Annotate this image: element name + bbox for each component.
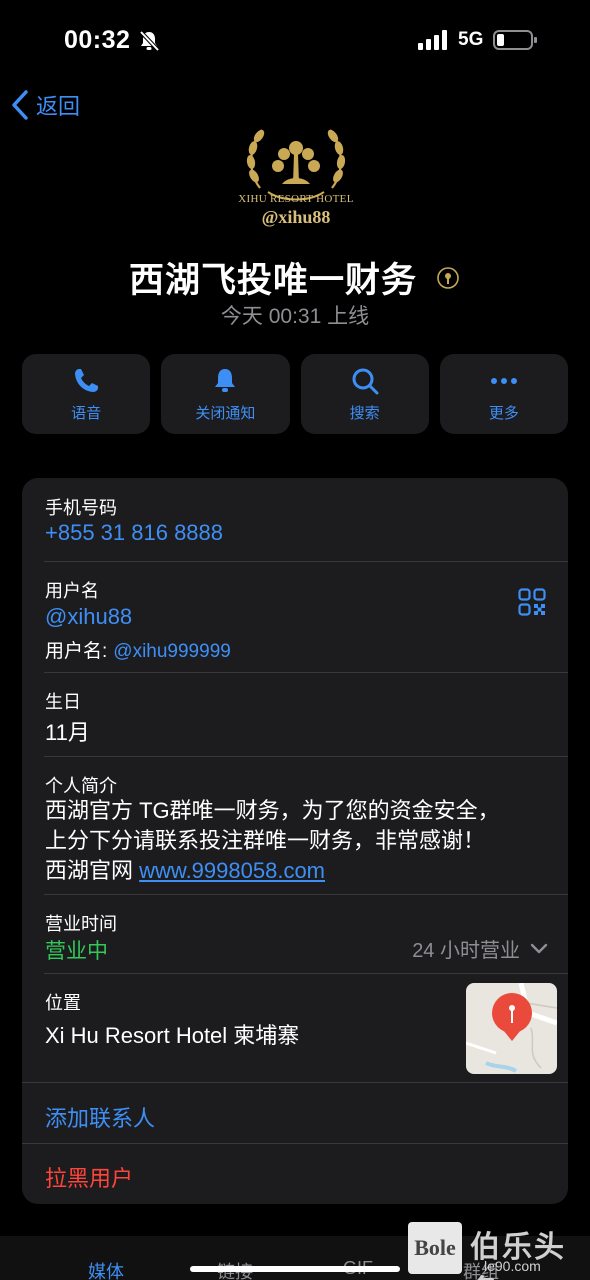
location-label: 位置	[45, 993, 81, 1013]
business-hours-label: 营业时间	[45, 914, 117, 934]
secondary-username-prefix: 用户名:	[45, 641, 108, 662]
bio-line: 西湖官网 www.9998058.com	[45, 856, 555, 886]
business-hours-status[interactable]: 营业中	[45, 935, 108, 965]
location-value[interactable]: Xi Hu Resort Hotel 柬埔寨	[45, 1018, 299, 1050]
phone-label: 手机号码	[45, 498, 117, 518]
secondary-username: 用户名: @xihu999999	[45, 636, 231, 663]
info-card: 手机号码 +855 31 816 8888 用户名 @xihu88 用户名: @x…	[22, 478, 568, 1204]
chevron-down-icon	[530, 943, 548, 953]
birthday-label: 生日	[45, 692, 81, 712]
profile-name-row: 西湖飞投唯一财务	[0, 252, 590, 303]
username-value[interactable]: @xihu88	[45, 604, 132, 630]
divider	[44, 973, 568, 974]
signal-icon	[418, 30, 447, 50]
battery-icon	[493, 30, 537, 50]
bell-muted-icon	[139, 30, 160, 52]
action-bar: 语音 关闭通知 搜索 更多	[22, 354, 568, 434]
bio-website-link[interactable]: www.9998058.com	[139, 858, 325, 883]
status-bar: 00:32 5G	[0, 0, 590, 80]
divider	[44, 561, 568, 562]
profile-name: 西湖飞投唯一财务	[128, 261, 417, 300]
bio-line: 西湖官方 TG群唯一财务，为了您的资金安全，	[45, 798, 500, 823]
bell-icon	[215, 368, 236, 392]
watermark-url: le90.com	[484, 1258, 541, 1274]
business-hours-detail[interactable]: 24 小时营业	[412, 934, 548, 963]
phone-number[interactable]: +855 31 816 8888	[45, 520, 223, 546]
last-seen: 今天 00:31 上线	[220, 305, 370, 328]
birthday-value: 11月	[45, 720, 90, 745]
logo-text: XIHU RESORT HOTEL	[238, 193, 354, 205]
chevron-left-icon	[12, 90, 28, 120]
search-label: 搜索	[349, 404, 380, 422]
home-indicator[interactable]	[190, 1266, 400, 1272]
divider	[22, 1082, 568, 1083]
location-map-thumbnail[interactable]	[466, 983, 557, 1074]
divider	[44, 894, 568, 895]
map-pin-icon	[466, 983, 557, 1073]
tab-media[interactable]: 媒体	[88, 1258, 124, 1280]
qr-code-icon[interactable]	[518, 588, 546, 616]
divider	[22, 1143, 568, 1144]
bio-website-prefix: 西湖官网	[45, 858, 140, 883]
watermark: Bole 伯乐头条 le90.com	[408, 1222, 590, 1280]
back-button[interactable]: 返回	[10, 88, 80, 122]
more-icon	[490, 377, 517, 384]
watermark-logo: Bole	[408, 1222, 462, 1274]
back-label: 返回	[36, 94, 81, 119]
more-label: 更多	[488, 404, 519, 422]
add-contact-button[interactable]: 添加联系人	[45, 1101, 155, 1133]
mute-notifications-label: 关闭通知	[195, 404, 256, 422]
divider	[44, 756, 568, 757]
secondary-username-value[interactable]: @xihu999999	[113, 641, 231, 662]
voice-call-button[interactable]: 语音	[22, 354, 151, 434]
network-type: 5G	[458, 29, 484, 50]
bio-text: 西湖官方 TG群唯一财务，为了您的资金安全， 上分下分请联系投注群唯一财务，非常…	[45, 796, 555, 886]
username-label: 用户名	[45, 581, 99, 601]
emoji-status-icon[interactable]	[435, 265, 461, 291]
divider	[44, 672, 568, 673]
business-hours-detail-text: 24 小时营业	[412, 940, 520, 962]
bio-line: 上分下分请联系投注群唯一财务，非常感谢！	[45, 828, 486, 853]
logo-handle: @xihu88	[261, 207, 331, 227]
mute-notifications-button[interactable]: 关闭通知	[161, 354, 290, 434]
voice-call-label: 语音	[71, 404, 102, 422]
phone-icon	[75, 368, 99, 392]
status-time: 00:32	[64, 26, 131, 54]
search-icon	[352, 368, 379, 394]
search-button[interactable]: 搜索	[300, 354, 429, 434]
bio-label: 个人简介	[45, 776, 117, 796]
more-button[interactable]: 更多	[439, 354, 568, 434]
block-user-button[interactable]: 拉黑用户	[45, 1161, 133, 1193]
